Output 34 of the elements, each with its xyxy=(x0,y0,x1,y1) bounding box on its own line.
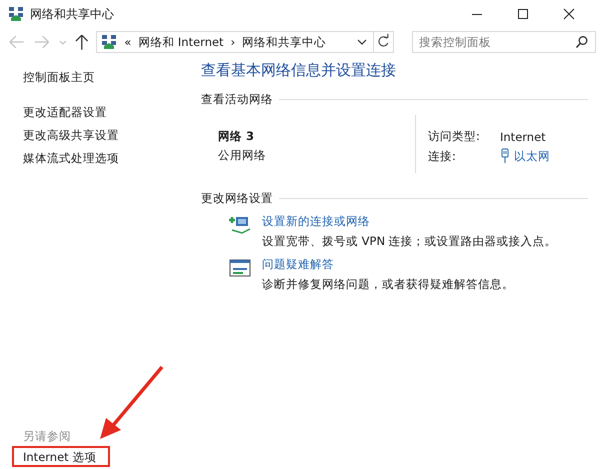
window-title: 网络和共享中心 xyxy=(30,6,114,22)
network-icon xyxy=(101,34,118,50)
section-title: 更改网络设置 xyxy=(201,191,273,206)
breadcrumb-separator: › xyxy=(230,35,236,49)
connection-link[interactable]: 以太网 xyxy=(514,148,550,164)
network-icon xyxy=(8,6,24,22)
section-title: 查看活动网络 xyxy=(201,92,273,107)
field-value: Internet xyxy=(500,130,546,144)
search-icon xyxy=(575,35,590,49)
sidebar-link[interactable]: 控制面板主页 xyxy=(23,70,190,85)
task-description: 设置宽带、拨号或 VPN 连接；或设置路由器或接入点。 xyxy=(262,234,557,249)
see-also-heading: 另请参阅 xyxy=(23,429,72,444)
sidebar-link[interactable]: 更改适配器设置 xyxy=(23,105,190,120)
task-link[interactable]: 问题疑难解答 xyxy=(262,257,334,272)
task-description: 诊断并修复网络问题，或者获得疑难解答信息。 xyxy=(262,277,514,292)
troubleshoot-window-icon xyxy=(228,257,252,279)
page-heading: 查看基本网络信息并设置连接 xyxy=(201,61,397,80)
sidebar-link[interactable]: 媒体流式处理选项 xyxy=(23,151,190,166)
network-category: 公用网络 xyxy=(218,148,267,163)
sidebar-link[interactable]: Internet 选项 xyxy=(23,450,190,465)
network-name: 网络 3 xyxy=(218,129,256,144)
network-add-icon xyxy=(228,214,252,236)
sidebar-link[interactable]: 更改高级共享设置 xyxy=(23,128,190,143)
field-label: 访问类型: xyxy=(428,129,481,144)
field-label: 连接: xyxy=(428,148,457,164)
overflow-chevron[interactable]: « xyxy=(124,35,132,49)
ethernet-plug-icon xyxy=(500,148,510,164)
up-arrow-icon[interactable] xyxy=(72,32,90,52)
task-link[interactable]: 设置新的连接或网络 xyxy=(262,214,370,229)
search-field[interactable]: 搜索控制面板 xyxy=(412,31,596,53)
refresh-icon[interactable] xyxy=(374,31,394,53)
breadcrumb-item[interactable]: 网络和共享中心 xyxy=(242,34,326,50)
breadcrumb-item[interactable]: 网络和 Internet xyxy=(138,34,224,50)
address-bar[interactable]: « 网络和 Internet › 网络和共享中心 xyxy=(96,31,374,53)
